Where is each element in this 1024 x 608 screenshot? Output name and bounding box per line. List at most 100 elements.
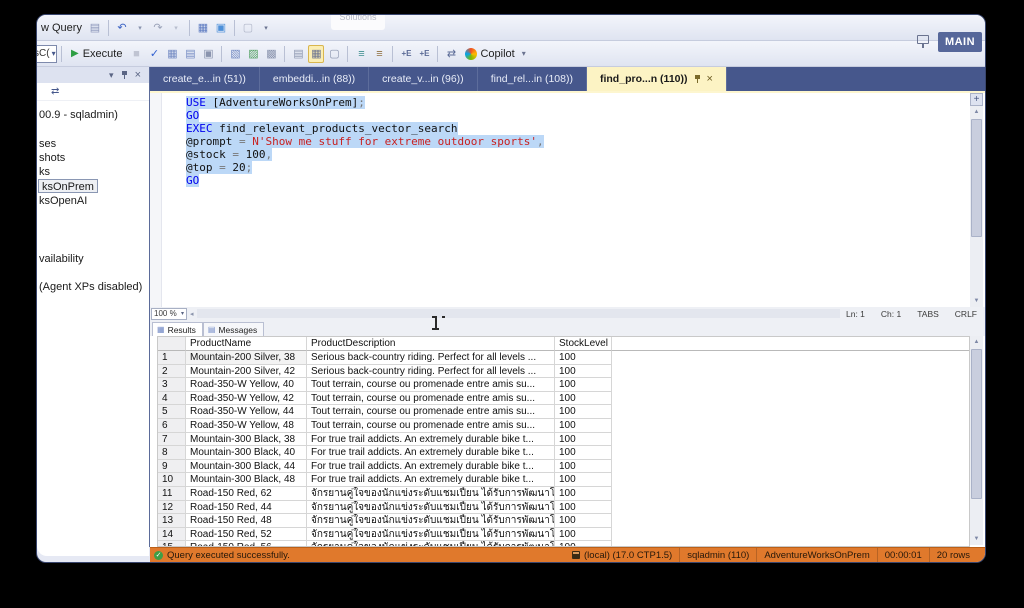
- scroll-down-icon[interactable]: ▼: [970, 295, 983, 307]
- table-row[interactable]: 5Road-350-W Yellow, 44Tout terrain, cour…: [158, 405, 969, 419]
- cell[interactable]: Tout terrain, course ou promenade entre …: [307, 405, 555, 419]
- cell[interactable]: Tout terrain, course ou promenade entre …: [307, 392, 555, 406]
- cell[interactable]: For true trail addicts. An extremely dur…: [307, 473, 555, 487]
- cell[interactable]: Road-350-W Yellow, 48: [186, 419, 307, 433]
- cell[interactable]: 100: [555, 501, 612, 515]
- tree-item[interactable]: ses: [39, 137, 56, 151]
- sql-editor[interactable]: USE [AdventureWorksOnPrem];GOEXEC find_r…: [150, 93, 985, 307]
- redo-icon[interactable]: ↷: [150, 19, 166, 37]
- cell[interactable]: For true trail addicts. An extremely dur…: [307, 460, 555, 474]
- row-number-cell[interactable]: 2: [158, 365, 186, 379]
- uncomment-icon[interactable]: ≡: [371, 45, 387, 63]
- tab-results[interactable]: ▦ Results: [152, 322, 203, 336]
- undo-caret-icon[interactable]: ▾: [132, 19, 148, 37]
- row-number-cell[interactable]: 11: [158, 487, 186, 501]
- row-number-cell[interactable]: 8: [158, 446, 186, 460]
- specify-values-icon[interactable]: ▧: [227, 45, 243, 63]
- table-row[interactable]: 14Road-150 Red, 52จักรยานคู่ใจของนักแข่ง…: [158, 528, 969, 542]
- stop-icon[interactable]: ■: [128, 45, 144, 63]
- cell[interactable]: 100: [555, 419, 612, 433]
- row-number-cell[interactable]: 13: [158, 514, 186, 528]
- table-row[interactable]: 7Mountain-300 Black, 38For true trail ad…: [158, 433, 969, 447]
- cell[interactable]: 100: [555, 460, 612, 474]
- tree-item[interactable]: vailability: [39, 252, 84, 266]
- cell[interactable]: Road-350-W Yellow, 42: [186, 392, 307, 406]
- results-grid-icon[interactable]: ▦: [308, 45, 324, 63]
- scroll-down-icon[interactable]: ▼: [970, 533, 983, 545]
- cell[interactable]: For true trail addicts. An extremely dur…: [307, 446, 555, 460]
- redo-caret-icon[interactable]: ▾: [168, 19, 184, 37]
- cell[interactable]: 100: [555, 514, 612, 528]
- cell[interactable]: 100: [555, 528, 612, 542]
- row-number-cell[interactable]: 10: [158, 473, 186, 487]
- save-icon[interactable]: ▣: [200, 45, 216, 63]
- cell[interactable]: Serious back-country riding. Perfect for…: [307, 351, 555, 365]
- cell[interactable]: 100: [555, 351, 612, 365]
- row-number-cell[interactable]: 3: [158, 378, 186, 392]
- tab-messages[interactable]: ▤ Messages: [203, 322, 264, 336]
- table-row[interactable]: 3Road-350-W Yellow, 40Tout terrain, cour…: [158, 378, 969, 392]
- query-options-icon[interactable]: ▨: [245, 45, 261, 63]
- cell[interactable]: 100: [555, 405, 612, 419]
- parse-icon[interactable]: ✓: [146, 45, 162, 63]
- cell[interactable]: 100: [555, 473, 612, 487]
- tree-item[interactable]: ksOnPrem: [38, 179, 98, 193]
- cell[interactable]: จักรยานคู่ใจของนักแข่งระดับแชมเปี้ยน ได้…: [307, 514, 555, 528]
- disabled-icon[interactable]: ▢: [240, 19, 256, 37]
- table-row[interactable]: 6Road-350-W Yellow, 48Tout terrain, cour…: [158, 419, 969, 433]
- cell[interactable]: Road-150 Red, 48: [186, 514, 307, 528]
- row-number-cell[interactable]: 5: [158, 405, 186, 419]
- hscroll-left-icon[interactable]: ◂: [190, 310, 194, 318]
- table-row[interactable]: 4Road-350-W Yellow, 42Tout terrain, cour…: [158, 392, 969, 406]
- table-row[interactable]: 10Mountain-300 Black, 48For true trail a…: [158, 473, 969, 487]
- tree-item[interactable]: (Agent XPs disabled): [39, 280, 142, 294]
- results-text-icon[interactable]: ▤: [290, 45, 306, 63]
- cell[interactable]: 100: [555, 365, 612, 379]
- cell[interactable]: 100: [555, 446, 612, 460]
- editor-vertical-scrollbar[interactable]: + ▲ ▼: [970, 93, 983, 307]
- tree-item[interactable]: ks: [39, 165, 50, 179]
- results-file-icon[interactable]: ▢: [326, 45, 342, 63]
- scroll-up-icon[interactable]: ▲: [970, 336, 983, 348]
- scrollbar-thumb[interactable]: [971, 119, 982, 237]
- overflow-icon[interactable]: ▾: [258, 19, 274, 37]
- query-shortcut-icon[interactable]: ▤: [87, 19, 103, 37]
- tree-item[interactable]: 00.9 - sqladmin): [39, 108, 118, 122]
- row-number-cell[interactable]: 6: [158, 419, 186, 433]
- designer-icon[interactable]: ▩: [263, 45, 279, 63]
- main-badge[interactable]: MAIN: [938, 32, 982, 52]
- pin-icon[interactable]: [121, 71, 128, 80]
- cell[interactable]: For true trail addicts. An extremely dur…: [307, 433, 555, 447]
- row-number-header[interactable]: [158, 337, 186, 351]
- row-number-cell[interactable]: 1: [158, 351, 186, 365]
- window-position-icon[interactable]: ▾: [109, 70, 114, 81]
- table-row[interactable]: 9Mountain-300 Black, 44For true trail ad…: [158, 460, 969, 474]
- cell[interactable]: Road-350-W Yellow, 44: [186, 405, 307, 419]
- tab-3[interactable]: create_v...in (96)): [369, 67, 478, 91]
- table-row[interactable]: 1Mountain-200 Silver, 38Serious back-cou…: [158, 351, 969, 365]
- table-row[interactable]: 13Road-150 Red, 48จักรยานคู่ใจของนักแข่ง…: [158, 514, 969, 528]
- table-row[interactable]: 2Mountain-200 Silver, 42Serious back-cou…: [158, 365, 969, 379]
- row-number-cell[interactable]: 4: [158, 392, 186, 406]
- cell[interactable]: Tout terrain, course ou promenade entre …: [307, 378, 555, 392]
- cell[interactable]: Road-150 Red, 44: [186, 501, 307, 515]
- cell[interactable]: Tout terrain, course ou promenade entre …: [307, 419, 555, 433]
- row-number-cell[interactable]: 14: [158, 528, 186, 542]
- copilot-button[interactable]: Copilot: [480, 48, 514, 60]
- analyze-icon[interactable]: ▦: [164, 45, 180, 63]
- template-icon[interactable]: ▤: [182, 45, 198, 63]
- cell[interactable]: Mountain-300 Black, 48: [186, 473, 307, 487]
- row-number-cell[interactable]: 12: [158, 501, 186, 515]
- results-vertical-scrollbar[interactable]: ▲ ▼: [970, 336, 983, 545]
- cell[interactable]: 100: [555, 378, 612, 392]
- cell[interactable]: Mountain-300 Black, 40: [186, 446, 307, 460]
- new-query-button[interactable]: w Query: [41, 22, 82, 34]
- row-number-cell[interactable]: 9: [158, 460, 186, 474]
- undo-icon[interactable]: ↶: [114, 19, 130, 37]
- cell[interactable]: Mountain-300 Black, 38: [186, 433, 307, 447]
- editor-zoom-dropdown[interactable]: 100 %▾: [151, 308, 187, 320]
- cell[interactable]: Mountain-300 Black, 44: [186, 460, 307, 474]
- comments-icon[interactable]: ▣: [213, 19, 229, 37]
- script-grid-icon[interactable]: ▦: [195, 19, 211, 37]
- table-row[interactable]: 12Road-150 Red, 44จักรยานคู่ใจของนักแข่ง…: [158, 501, 969, 515]
